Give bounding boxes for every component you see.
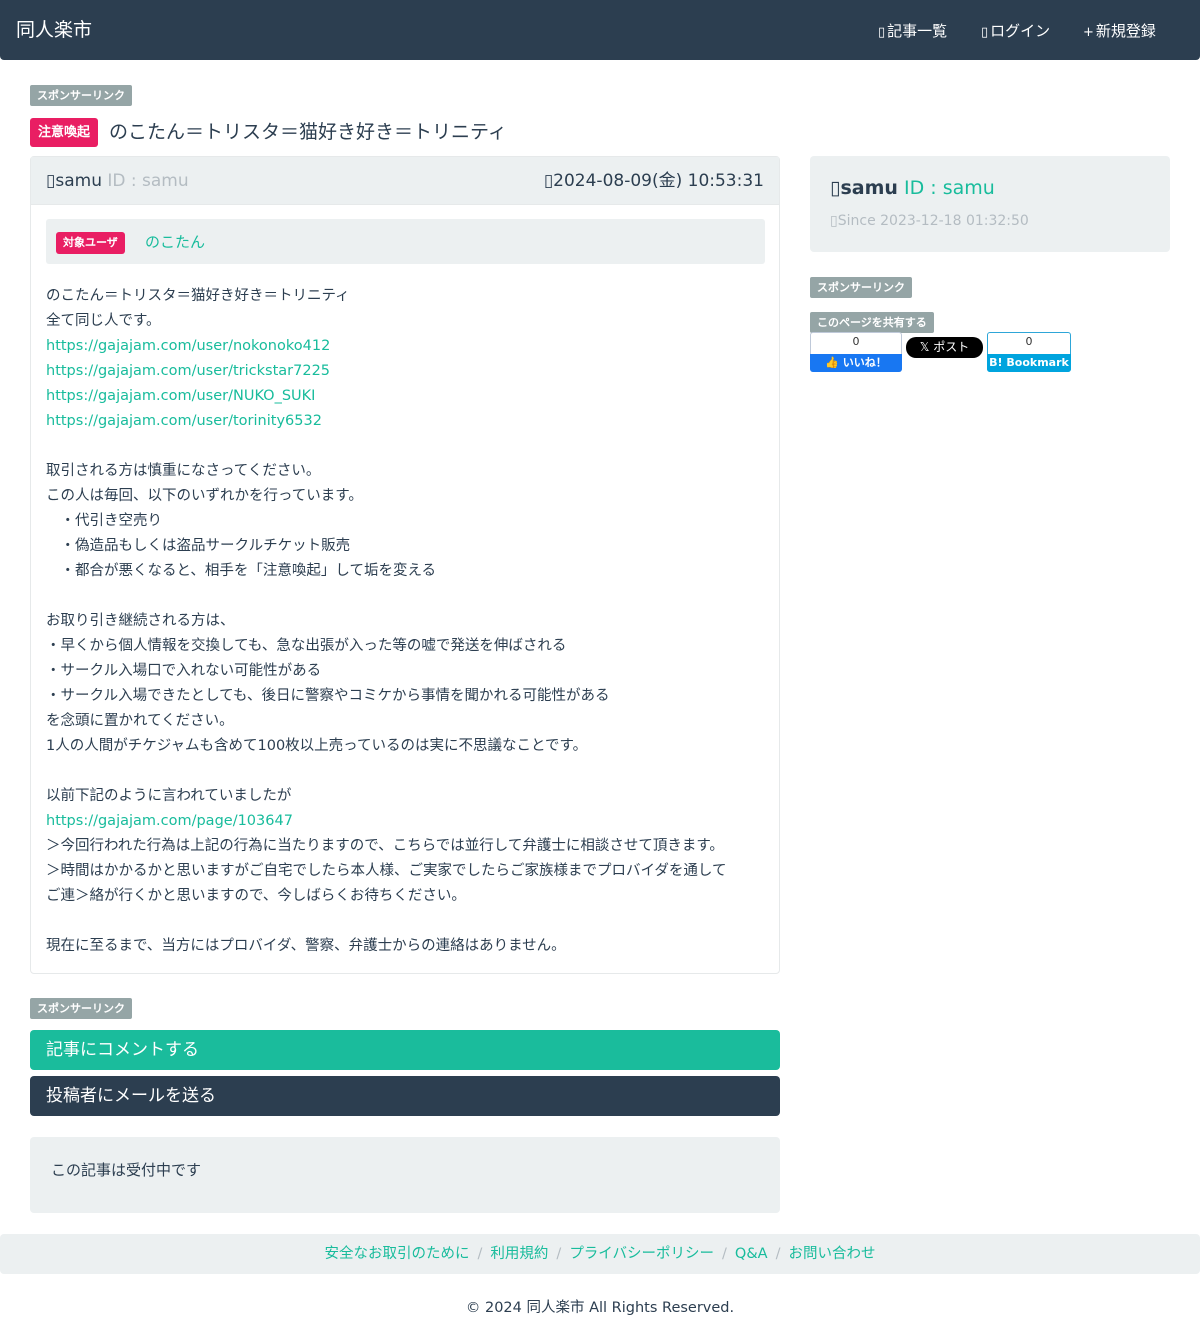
post-body-line (46, 909, 766, 934)
nav-login-label: ログイン (990, 22, 1051, 40)
hatena-bookmark-button[interactable]: 0 B! Bookmark (987, 332, 1071, 372)
facebook-like-count: 0 (852, 335, 860, 348)
list-icon: ▯ (878, 25, 886, 40)
post-body-line: のこたん＝トリスタ＝猫好き好き＝トリニティ (46, 288, 350, 304)
login-icon: ▯ (981, 25, 989, 40)
target-user-tag: 対象ユーザ (56, 232, 125, 254)
footer-separator: / (477, 1246, 483, 1262)
sponsor-badge-sidebar: スポンサーリンク (810, 277, 912, 298)
post-body-line: https://gajajam.com/user/nokonoko412 (46, 334, 766, 359)
profile-since-value: Since 2023-12-18 01:32:50 (837, 213, 1029, 229)
post-body-link[interactable]: https://gajajam.com/user/torinity6532 (46, 413, 322, 429)
post-body-line: ・早くから個人情報を交換しても、急な出張が入った等の嘘で発送を伸ばされる (46, 638, 567, 654)
profile-card: ▯samu ID : samu ▯Since 2023-12-18 01:32:… (810, 156, 1170, 252)
author-id: ID : samu (101, 171, 189, 191)
x-post-button[interactable]: 𝕏 ポスト (906, 337, 983, 358)
hatena-bookmark-label: B! Bookmark (987, 354, 1071, 372)
post-body-link[interactable]: https://gajajam.com/page/103647 (46, 813, 293, 829)
post-body-line: https://gajajam.com/user/torinity6532 (46, 409, 766, 434)
nav-article-list[interactable]: ▯ 記事一覧 (878, 20, 947, 44)
post-body-line (46, 434, 766, 459)
footer-separator: / (722, 1246, 727, 1262)
post-body-line: を念頭に置かれてください。 (46, 713, 234, 729)
mail-author-button[interactable]: 投稿者にメールを送る (30, 1076, 780, 1116)
post-body-line: https://gajajam.com/page/103647 (46, 809, 766, 834)
profile-username: samu (840, 177, 898, 199)
profile-since: ▯Since 2023-12-18 01:32:50 (830, 210, 1029, 232)
post-body: のこたん＝トリスタ＝猫好き好き＝トリニティ 全て同じ人です。 https://gaj… (46, 284, 766, 959)
footer-links: 安全なお取引のために / 利用規約 / プライバシーポリシー / Q&A / お問い合わせ (0, 1234, 1200, 1274)
plus-icon: + (1083, 25, 1094, 40)
post-body-line: 全て同じ人です。 (46, 313, 161, 329)
post-body-line (46, 584, 766, 609)
post-body-line: ＞今回行われた行為は上記の行為に当たりますので、こちらでは並行して弁護士に相談さ… (46, 838, 724, 854)
nav-register-label: 新規登録 (1095, 22, 1156, 40)
target-user-box: 対象ユーザ のこたん (46, 219, 765, 264)
post-body-line: 1人の人間がチケジャムも含めて100枚以上売っているのは実に不思議なことです。 (46, 738, 588, 754)
post-body-line: 以前下記のように言われていましたが (46, 788, 292, 804)
facebook-like-label: 👍 いいね！ (810, 354, 902, 372)
post-body-line: この人は毎回、以下のいずれかを行っています。 (46, 488, 363, 504)
copyright: © 2024 同人楽市 All Rights Reserved. (465, 1300, 735, 1316)
post-card: ▯samu ID : samu ▯2024-08-09(金) 10:53:31 … (30, 156, 780, 974)
nav-register[interactable]: + 新規登録 (1083, 20, 1156, 44)
author-name: samu (55, 171, 102, 191)
profile-name[interactable]: ▯samu ID : samu (830, 175, 995, 201)
post-body-line: ・サークル入場口で入れない可能性がある (46, 663, 322, 679)
comment-button[interactable]: 記事にコメントする (30, 1030, 780, 1070)
post-body-link[interactable]: https://gajajam.com/user/trickstar7225 (46, 363, 330, 379)
post-author[interactable]: ▯samu ID : samu (46, 170, 189, 192)
post-body-line: ・偽造品もしくは盗品サークルチケット販売 (46, 538, 351, 554)
footer-link-contact[interactable]: お問い合わせ (788, 1246, 875, 1262)
footer-link-privacy[interactable]: プライバシーポリシー (569, 1246, 714, 1262)
profile-id: ID : samu (897, 177, 995, 199)
navbar: 同人楽市 ▯ 記事一覧 ▯ ログイン + 新規登録 (0, 0, 1200, 60)
post-card-header: ▯samu ID : samu ▯2024-08-09(金) 10:53:31 (31, 157, 779, 205)
post-body-line: https://gajajam.com/user/NUKO_SUKI (46, 384, 766, 409)
footer-separator: / (775, 1246, 781, 1262)
post-body-line: ご連＞絡が行くかと思いますので、今しばらくお待ちください。 (46, 888, 466, 904)
post-date-value: 2024-08-09(金) 10:53:31 (553, 171, 764, 191)
alert-tag: 注意喚起 (30, 118, 99, 147)
status-box: この記事は受付中です (30, 1137, 780, 1213)
footer-link-faq[interactable]: Q&A (735, 1246, 768, 1262)
footer-link-terms[interactable]: 利用規約 (490, 1246, 548, 1262)
nav-login[interactable]: ▯ ログイン (981, 20, 1050, 44)
post-date: ▯2024-08-09(金) 10:53:31 (544, 170, 764, 192)
calendar-icon: ▯ (830, 213, 838, 229)
sponsor-badge-top: スポンサーリンク (30, 85, 132, 106)
post-body-link[interactable]: https://gajajam.com/user/nokonoko412 (46, 338, 330, 354)
post-body-line: お取り引き継続される方は、 (46, 613, 235, 629)
status-text: この記事は受付中です (51, 1161, 202, 1179)
user-icon: ▯ (46, 171, 56, 191)
clock-icon: ▯ (543, 171, 554, 191)
page-title: のこたん＝トリスタ＝猫好き好き＝トリニティ (109, 121, 507, 143)
sponsor-badge-bottom: スポンサーリンク (30, 998, 132, 1019)
footer-link-safety[interactable]: 安全なお取引のために (325, 1246, 470, 1262)
user-icon: ▯ (830, 177, 841, 199)
facebook-like-button[interactable]: 0 👍 いいね！ (810, 332, 902, 372)
footer-separator: / (556, 1246, 562, 1262)
post-body-link[interactable]: https://gajajam.com/user/NUKO_SUKI (46, 388, 315, 404)
nav-article-list-label: 記事一覧 (887, 22, 948, 40)
post-body-line: ・サークル入場できたとしても、後日に警察やコミケから事情を聞かれる可能性がある (46, 688, 610, 704)
post-body-line: ・代引き空売り (46, 513, 162, 529)
target-user-link[interactable]: のこたん (145, 231, 205, 253)
hatena-bookmark-count: 0 (1025, 335, 1033, 348)
share-label: このページを共有する (810, 312, 934, 333)
post-body-line: ・都合が悪くなると、相手を「注意喚起」して垢を変える (46, 563, 437, 579)
post-body-line: 現在に至るまで、当方にはプロバイダ、警察、弁護士からの連絡はありません。 (46, 938, 566, 954)
post-body-line (46, 759, 766, 784)
post-body-line: 取引される方は慎重になさってください。 (46, 463, 321, 479)
post-body-line: https://gajajam.com/user/trickstar7225 (46, 359, 766, 384)
post-body-line: ＞時間はかかるかと思いますがご自宅でしたら本人様、ご実家でしたらご家族様までプロ… (46, 863, 727, 879)
site-brand[interactable]: 同人楽市 (16, 17, 92, 43)
